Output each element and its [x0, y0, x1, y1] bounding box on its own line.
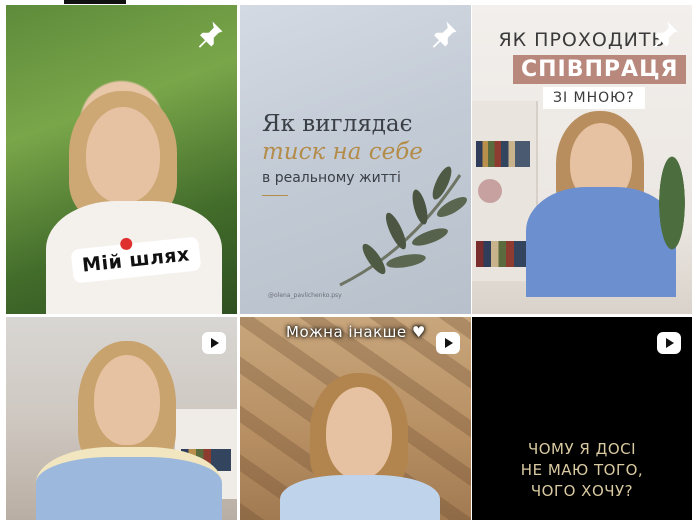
reel-play-icon: [436, 332, 460, 354]
story-tag-label: Мій шлях: [81, 243, 191, 277]
profile-posts-grid: Мій шлях Як виглядає тиск на себе в реал…: [6, 5, 692, 520]
plant-image: [652, 155, 692, 275]
reel-question-line-1: ЧОМУ Я ДОСІ: [527, 440, 637, 458]
post-tile-4[interactable]: [6, 317, 237, 520]
pin-icon: [653, 21, 678, 48]
reel-question-line-2: НЕ МАЮ ТОГО,: [520, 461, 644, 479]
reel-play-icon: [202, 332, 226, 354]
post-tile-1[interactable]: Мій шлях: [6, 5, 237, 314]
reel-play-icon: [657, 332, 681, 354]
pin-icon: [432, 21, 457, 48]
pin-icon: [198, 21, 223, 48]
reel-caption-text: Можна інакше: [286, 323, 407, 341]
post-tile-2[interactable]: Як виглядає тиск на себе в реальному жит…: [240, 5, 471, 314]
reel-question-line-3: ЧОГО ХОЧУ?: [530, 482, 634, 500]
active-tab-indicator: [64, 0, 126, 4]
heart-icon: ♥: [411, 323, 426, 341]
post-heading-line-2: тиск на себе: [262, 139, 423, 165]
reel-caption: Можна інакше ♥: [286, 323, 426, 341]
post-handle: @olena_pavlichenko.psy: [268, 292, 342, 299]
post-tile-5[interactable]: Можна інакше ♥: [240, 317, 471, 520]
post-heading-line-3: в реальному житті: [262, 170, 401, 186]
divider: [262, 195, 288, 196]
post-question-line-3: ЗІ МНОЮ?: [543, 87, 645, 109]
post-question-highlight: СПІВПРАЦЯ: [513, 55, 687, 84]
post-tile-6[interactable]: ЧОМУ Я ДОСІ НЕ МАЮ ТОГО, ЧОГО ХОЧУ?: [472, 317, 692, 520]
reel-question: ЧОМУ Я ДОСІ НЕ МАЮ ТОГО, ЧОГО ХОЧУ?: [472, 439, 692, 502]
post-tile-3[interactable]: ЯК ПРОХОДИТЬ СПІВПРАЦЯ ЗІ МНОЮ?: [472, 5, 692, 314]
post-heading-line-1: Як виглядає: [262, 111, 413, 137]
